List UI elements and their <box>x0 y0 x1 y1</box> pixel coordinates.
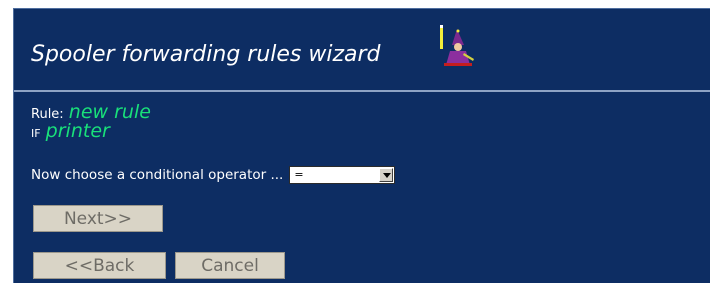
wizard-header: Spooler forwarding rules wizard <box>14 9 710 89</box>
if-label: IF <box>31 127 41 140</box>
wizard-title: Spooler forwarding rules wizard <box>31 42 381 67</box>
cancel-button[interactable]: Cancel <box>175 252 285 279</box>
condition-field-value: printer <box>45 120 110 142</box>
rule-condition-row: IF printer <box>31 120 110 142</box>
operator-row: Now choose a conditional operator ... = <box>31 164 396 186</box>
header-divider <box>14 90 710 92</box>
wizard-icon <box>438 23 482 67</box>
next-button[interactable]: Next>> <box>33 205 163 232</box>
operator-prompt: Now choose a conditional operator ... <box>31 167 284 183</box>
dropdown-arrow-button[interactable] <box>379 168 394 182</box>
operator-select[interactable]: = <box>289 166 396 184</box>
wizard-panel: Spooler forwarding rules wizard Rule: ne… <box>13 8 710 283</box>
operator-selected-value: = <box>294 168 304 181</box>
back-button[interactable]: <<Back <box>33 252 166 279</box>
chevron-down-icon <box>383 173 392 178</box>
